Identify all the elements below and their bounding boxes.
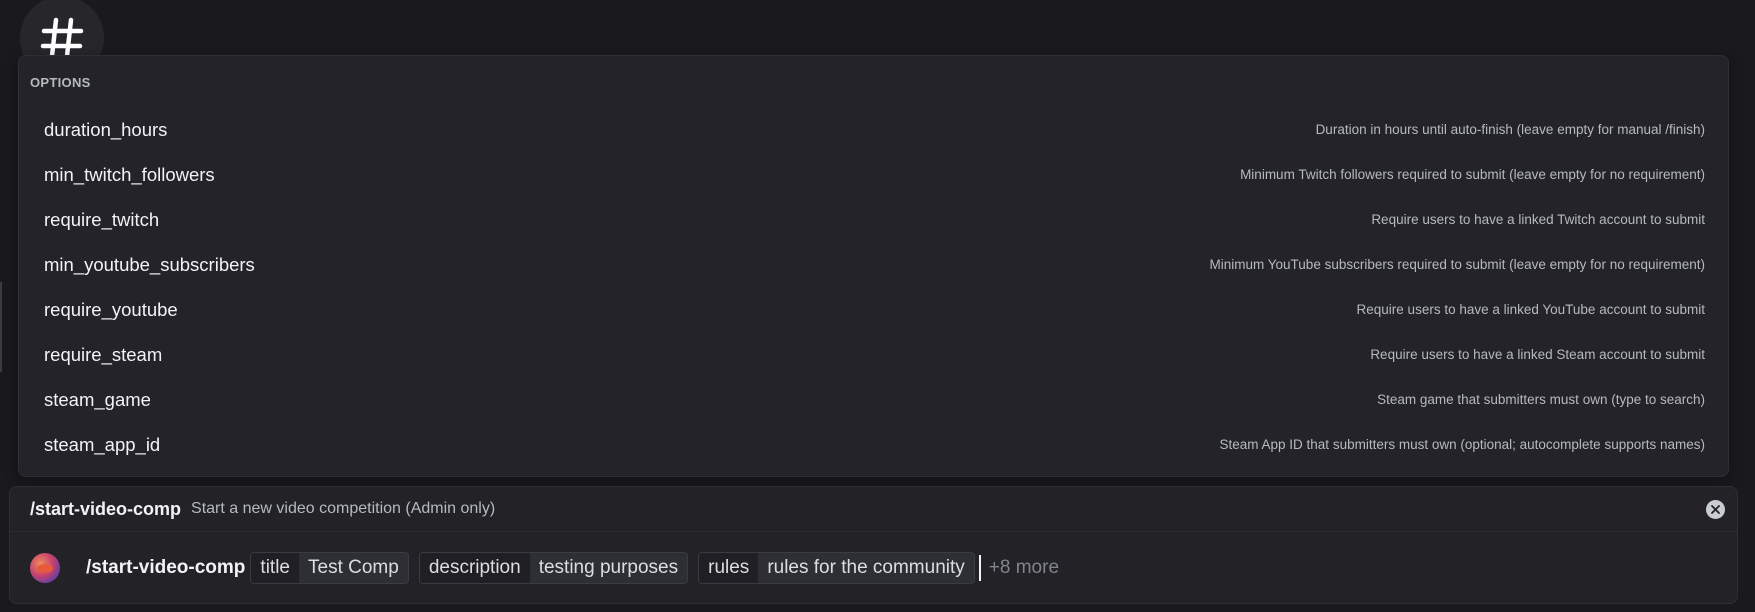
param-value[interactable]: testing purposes xyxy=(529,553,688,583)
message-input[interactable]: /start-video-comp title Test Comp descri… xyxy=(10,532,1737,604)
param-value[interactable]: rules for the community xyxy=(758,553,974,583)
option-item[interactable]: min_youtube_subscribers Minimum YouTube s… xyxy=(23,242,1724,287)
text-caret xyxy=(978,555,981,581)
option-item[interactable]: require_youtube Require users to have a l… xyxy=(23,287,1724,332)
option-description: Steam App ID that submitters must own (o… xyxy=(1219,437,1706,452)
option-description: Steam game that submitters must own (typ… xyxy=(1377,392,1705,407)
option-description: Minimum YouTube subscribers required to … xyxy=(1209,257,1705,272)
option-item[interactable]: require_steam Require users to have a lin… xyxy=(23,332,1724,377)
option-item[interactable]: steam_app_id Steam App ID that submitters… xyxy=(23,422,1724,467)
option-name: require_steam xyxy=(44,343,163,365)
app-root: OPTIONS duration_hours Duration in hours … xyxy=(0,0,1755,612)
option-list: duration_hours Duration in hours until au… xyxy=(19,107,1728,467)
close-icon xyxy=(1711,505,1720,514)
param-rules[interactable]: rules rules for the community xyxy=(698,552,975,584)
param-title[interactable]: title Test Comp xyxy=(250,552,409,584)
options-header: OPTIONS xyxy=(30,75,91,90)
option-description: Minimum Twitch followers required to sub… xyxy=(1240,167,1705,182)
command-bar: /start-video-comp Start a new video comp… xyxy=(9,486,1738,604)
command-description: Start a new video competition (Admin onl… xyxy=(191,500,496,517)
param-value[interactable]: Test Comp xyxy=(299,553,408,583)
input-command: /start-video-comp xyxy=(86,557,246,578)
option-name: require_youtube xyxy=(44,298,178,320)
option-name: require_twitch xyxy=(44,208,160,230)
option-name: steam_game xyxy=(44,388,151,410)
user-avatar xyxy=(30,553,60,583)
option-name: min_twitch_followers xyxy=(44,163,215,185)
option-item[interactable]: steam_game Steam game that submitters mus… xyxy=(23,377,1724,422)
option-name: steam_app_id xyxy=(44,433,161,455)
option-description: Require users to have a linked Steam acc… xyxy=(1370,347,1705,362)
option-item[interactable]: duration_hours Duration in hours until au… xyxy=(23,107,1724,152)
option-name: min_youtube_subscribers xyxy=(44,253,255,275)
close-button[interactable] xyxy=(1706,500,1725,519)
param-key: title xyxy=(251,553,299,583)
option-item[interactable]: require_twitch Require users to have a li… xyxy=(23,197,1724,242)
option-description: Require users to have a linked YouTube a… xyxy=(1356,302,1705,317)
option-description: Require users to have a linked Twitch ac… xyxy=(1371,212,1705,227)
command-info-row: /start-video-comp Start a new video comp… xyxy=(10,487,1737,532)
param-key: rules xyxy=(699,553,759,583)
param-description[interactable]: description testing purposes xyxy=(418,552,689,584)
option-name: duration_hours xyxy=(44,118,168,140)
options-popup: OPTIONS duration_hours Duration in hours … xyxy=(18,55,1729,477)
param-key: description xyxy=(419,553,530,583)
command-name: /start-video-comp xyxy=(30,498,182,519)
option-description: Duration in hours until auto-finish (lea… xyxy=(1315,122,1705,137)
background-edge-mark xyxy=(0,282,2,372)
more-options-indicator[interactable]: +8 more xyxy=(989,557,1059,579)
option-item[interactable]: min_twitch_followers Minimum Twitch follo… xyxy=(23,152,1724,197)
